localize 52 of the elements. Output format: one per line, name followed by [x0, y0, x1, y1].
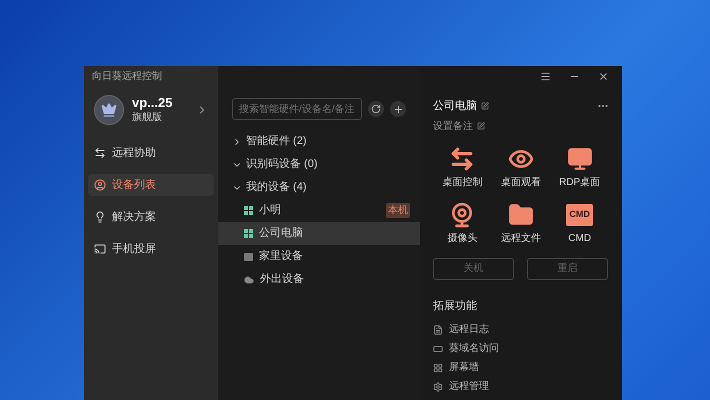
refresh-icon[interactable]	[368, 101, 384, 117]
extension-item[interactable]: 葵域名访问	[433, 339, 609, 358]
search-field[interactable]: 搜索智能硬件/设备名/备注	[232, 98, 362, 120]
device-item[interactable]: 外出设备	[218, 268, 420, 291]
action-button[interactable]: 桌面控制	[433, 146, 492, 190]
extension-item[interactable]: 远程管理	[433, 377, 609, 396]
device-item[interactable]: 公司电脑	[218, 222, 420, 245]
note-link[interactable]: 设置备注	[433, 118, 473, 134]
close-icon[interactable]	[598, 70, 609, 82]
cast-icon	[94, 243, 106, 255]
action-button[interactable]: CMD CMD	[550, 202, 609, 246]
user-circle-icon	[94, 179, 106, 191]
nav-item[interactable]: 手机投屏	[88, 238, 214, 260]
nav-item[interactable]: 设备列表	[88, 174, 214, 196]
cmd-icon: CMD	[566, 204, 593, 226]
grid-icon	[433, 362, 443, 372]
nav-item[interactable]: 远程协助	[88, 142, 214, 164]
add-icon[interactable]	[390, 101, 406, 117]
device-group[interactable]: 我的设备 (4)	[218, 176, 420, 199]
settings-icon	[433, 382, 443, 392]
lightbulb-icon	[94, 211, 106, 223]
window-icon	[433, 344, 443, 354]
device-icon	[244, 252, 253, 260]
device-group[interactable]: 识别码设备 (0)	[218, 153, 420, 176]
account-plan: 旗舰版	[132, 110, 163, 125]
avatar-icon	[94, 95, 124, 125]
action-button[interactable]: RDP桌面	[550, 146, 609, 190]
edit-icon[interactable]	[477, 122, 485, 130]
local-badge: 本机	[386, 203, 410, 218]
windows-icon	[244, 229, 253, 238]
device-group[interactable]: 智能硬件 (2)	[218, 130, 420, 153]
document-icon	[433, 324, 443, 334]
folder-icon	[508, 202, 534, 228]
menu-icon[interactable]	[540, 70, 551, 82]
nav-item[interactable]: 解决方案	[88, 206, 214, 228]
arrows-icon	[449, 146, 476, 172]
device-title: 公司电脑	[433, 98, 477, 114]
window-title: 向日葵远程控制	[91, 70, 163, 84]
section-title: 拓展功能	[433, 298, 478, 314]
action-button[interactable]: 桌面观看	[492, 146, 550, 190]
device-item[interactable]: 小明 本机	[218, 199, 420, 222]
extension-item[interactable]: 屏幕墙	[433, 358, 609, 377]
cloud-icon	[244, 274, 254, 284]
device-item[interactable]: 家里设备	[218, 245, 420, 268]
extension-item[interactable]: 远程日志	[433, 320, 609, 339]
action-button[interactable]: 摄像头	[433, 202, 492, 246]
edit-icon[interactable]	[481, 102, 489, 110]
action-button[interactable]: 远程文件	[492, 202, 550, 246]
arrows-icon	[94, 147, 106, 159]
monitor-icon	[566, 146, 593, 172]
windows-icon	[244, 206, 253, 215]
account-name: vp...25	[132, 95, 174, 110]
